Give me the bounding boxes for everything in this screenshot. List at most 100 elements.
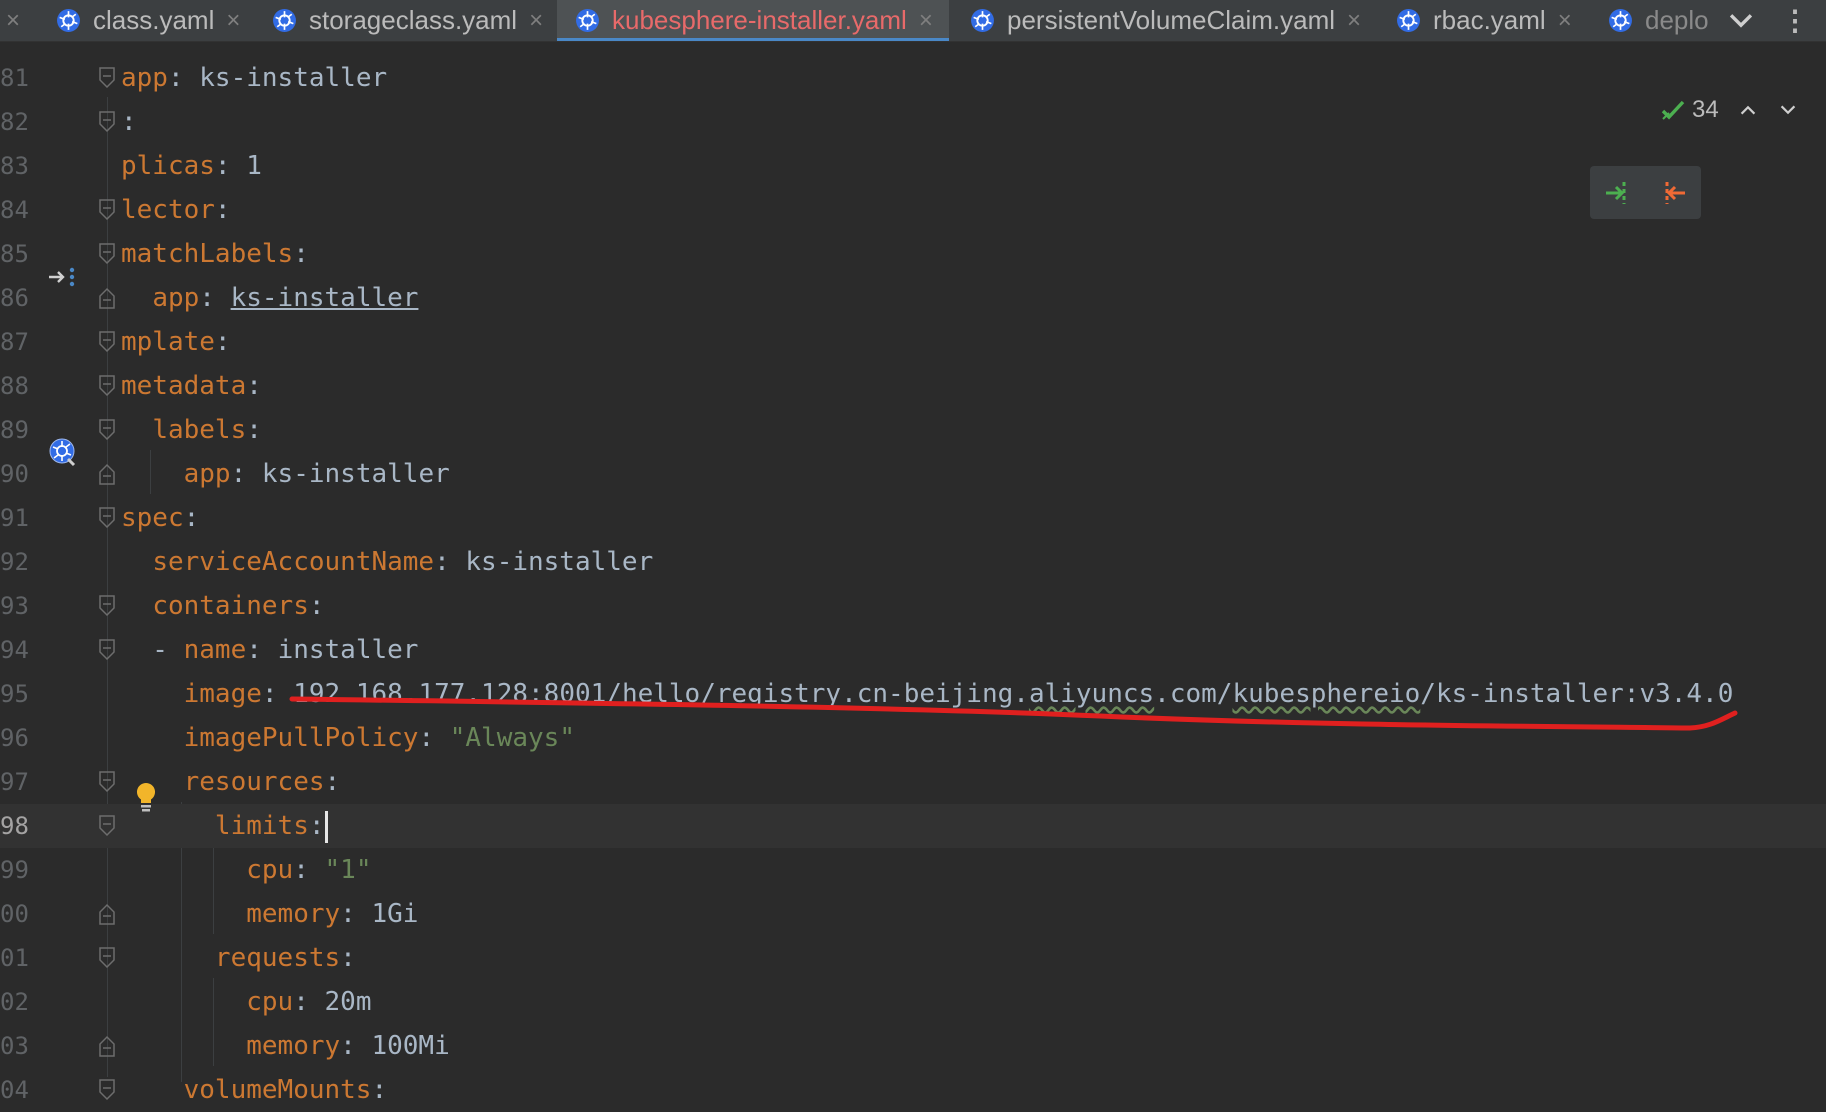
code-line[interactable]: 99 cpu: "1" bbox=[0, 848, 1826, 892]
line-number: 90 bbox=[0, 460, 29, 488]
tab-persistentvolumeclaim-yaml[interactable]: persistentVolumeClaim.yaml × bbox=[970, 0, 1361, 41]
code-line[interactable]: 89 labels: bbox=[0, 408, 1826, 452]
inspection-widget[interactable]: 34 bbox=[1660, 95, 1799, 125]
code-line[interactable]: 81 app: ks-installer bbox=[0, 56, 1826, 100]
code-line[interactable]: 82 : bbox=[0, 100, 1826, 144]
close-icon[interactable]: × bbox=[1347, 7, 1361, 35]
code-line[interactable]: 94 - name: installer bbox=[0, 628, 1826, 672]
code-line[interactable]: 01 requests: bbox=[0, 936, 1826, 980]
run-arrow-icon[interactable] bbox=[48, 265, 78, 289]
fold-marker-icon[interactable] bbox=[97, 110, 117, 134]
code-line[interactable]: 90 app: ks-installer bbox=[0, 452, 1826, 496]
code-line[interactable]: 00 memory: 1Gi bbox=[0, 892, 1826, 936]
line-number: 96 bbox=[0, 724, 29, 752]
kubernetes-icon bbox=[57, 9, 80, 32]
fold-marker-icon[interactable] bbox=[97, 418, 117, 442]
fold-end-marker-icon[interactable] bbox=[97, 462, 117, 486]
fold-marker-icon[interactable] bbox=[97, 946, 117, 970]
fold-marker-icon[interactable] bbox=[97, 66, 117, 90]
line-number: 00 bbox=[0, 900, 29, 928]
code-text: serviceAccountName: ks-installer bbox=[152, 547, 654, 577]
line-number: 99 bbox=[0, 856, 29, 884]
close-icon[interactable]: × bbox=[919, 7, 933, 35]
code-line[interactable]: 84 lector: bbox=[0, 188, 1826, 232]
code-line[interactable]: 88 metadata: bbox=[0, 364, 1826, 408]
code-line[interactable]: 97 resources: bbox=[0, 760, 1826, 804]
close-icon[interactable]: × bbox=[529, 7, 543, 35]
kubernetes-icon bbox=[273, 9, 296, 32]
code-line-image[interactable]: 95 image: 192.168.177.128:8001/hello/reg… bbox=[0, 672, 1826, 716]
kubernetes-icon bbox=[576, 9, 599, 32]
code-line[interactable]: 83 plicas: 1 bbox=[0, 144, 1826, 188]
tab-class-yaml[interactable]: class.yaml × bbox=[56, 0, 240, 41]
fold-end-marker-icon[interactable] bbox=[97, 1034, 117, 1058]
tab-kubesphere-installer-yaml[interactable]: kubesphere-installer.yaml × bbox=[557, 0, 949, 41]
typo-underline: kubesphereio bbox=[1232, 679, 1421, 709]
code-text: mplate: bbox=[121, 327, 231, 357]
line-number: 86 bbox=[0, 284, 29, 312]
line-number: 88 bbox=[0, 372, 29, 400]
code-text: app: ks-installer bbox=[152, 283, 419, 313]
fold-marker-icon[interactable] bbox=[97, 506, 117, 530]
code-line-current[interactable]: 98 limits: bbox=[0, 804, 1826, 848]
chevron-down-icon[interactable] bbox=[1777, 99, 1799, 121]
chevron-down-icon[interactable] bbox=[1724, 4, 1758, 38]
tab-label: class.yaml bbox=[93, 5, 215, 35]
tab-rbac-yaml[interactable]: rbac.yaml × bbox=[1396, 0, 1572, 41]
line-number: 02 bbox=[0, 988, 29, 1016]
line-number: 95 bbox=[0, 680, 29, 708]
code-line[interactable]: 86 app: ks-installer bbox=[0, 276, 1826, 320]
fold-marker-icon[interactable] bbox=[97, 594, 117, 618]
code-text: lector: bbox=[121, 195, 231, 225]
code-line[interactable]: 92 serviceAccountName: ks-installer bbox=[0, 540, 1826, 584]
fold-marker-icon[interactable] bbox=[97, 374, 117, 398]
fold-end-marker-icon[interactable] bbox=[97, 902, 117, 926]
diff-widget bbox=[1590, 166, 1701, 219]
fold-marker-icon[interactable] bbox=[97, 638, 117, 662]
chevron-up-icon[interactable] bbox=[1737, 99, 1759, 121]
code-line[interactable]: 85 matchLabels: bbox=[0, 232, 1826, 276]
diff-revert-icon[interactable] bbox=[1657, 177, 1689, 209]
close-icon[interactable]: × bbox=[6, 0, 20, 41]
code-text: app: ks-installer bbox=[121, 63, 388, 93]
kubernetes-icon bbox=[1609, 9, 1632, 32]
line-number: 01 bbox=[0, 944, 29, 972]
fold-marker-icon[interactable] bbox=[97, 814, 117, 838]
code-text: volumeMounts: bbox=[183, 1075, 388, 1105]
fold-marker-icon[interactable] bbox=[97, 1078, 117, 1102]
line-number: 97 bbox=[0, 768, 29, 796]
diff-apply-icon[interactable] bbox=[1602, 177, 1634, 209]
fold-marker-icon[interactable] bbox=[97, 242, 117, 266]
code-line[interactable]: 04 volumeMounts: bbox=[0, 1068, 1826, 1112]
kubernetes-resource-icon[interactable] bbox=[48, 437, 78, 467]
code-line[interactable]: 93 containers: bbox=[0, 584, 1826, 628]
line-number: 98 bbox=[0, 812, 29, 840]
code-text: plicas: 1 bbox=[121, 151, 262, 181]
code-line[interactable]: 02 cpu: 20m bbox=[0, 980, 1826, 1024]
tab-storageclass-yaml[interactable]: storageclass.yaml × bbox=[272, 0, 543, 41]
more-options-icon[interactable]: ⋮ bbox=[1780, 0, 1810, 41]
code-line[interactable]: 03 memory: 100Mi bbox=[0, 1024, 1826, 1068]
line-number: 91 bbox=[0, 504, 29, 532]
fold-marker-icon[interactable] bbox=[97, 330, 117, 354]
text-caret bbox=[324, 810, 328, 843]
editor-tab-bar: × class.yaml × storageclass.yaml × kubes… bbox=[0, 0, 1826, 42]
close-icon[interactable]: × bbox=[226, 7, 240, 35]
tab-deplo[interactable]: deplo bbox=[1608, 0, 1709, 41]
code-line[interactable]: 91 spec: bbox=[0, 496, 1826, 540]
code-text: cpu: "1" bbox=[246, 855, 372, 885]
kubernetes-icon bbox=[971, 9, 994, 32]
close-icon[interactable]: × bbox=[1558, 7, 1572, 35]
fold-marker-icon[interactable] bbox=[97, 198, 117, 222]
fold-end-marker-icon[interactable] bbox=[97, 286, 117, 310]
code-line[interactable]: 96 imagePullPolicy: "Always" bbox=[0, 716, 1826, 760]
code-text: metadata: bbox=[121, 371, 262, 401]
code-text: : bbox=[121, 107, 137, 137]
fold-marker-icon[interactable] bbox=[97, 770, 117, 794]
line-number: 87 bbox=[0, 328, 29, 356]
lightbulb-icon[interactable] bbox=[134, 781, 158, 813]
code-editor[interactable]: 81 app: ks-installer 82 : 83 plicas: 1 8… bbox=[0, 41, 1826, 1105]
code-line[interactable]: 87 mplate: bbox=[0, 320, 1826, 364]
line-number: 85 bbox=[0, 240, 29, 268]
code-text: cpu: 20m bbox=[246, 987, 372, 1017]
